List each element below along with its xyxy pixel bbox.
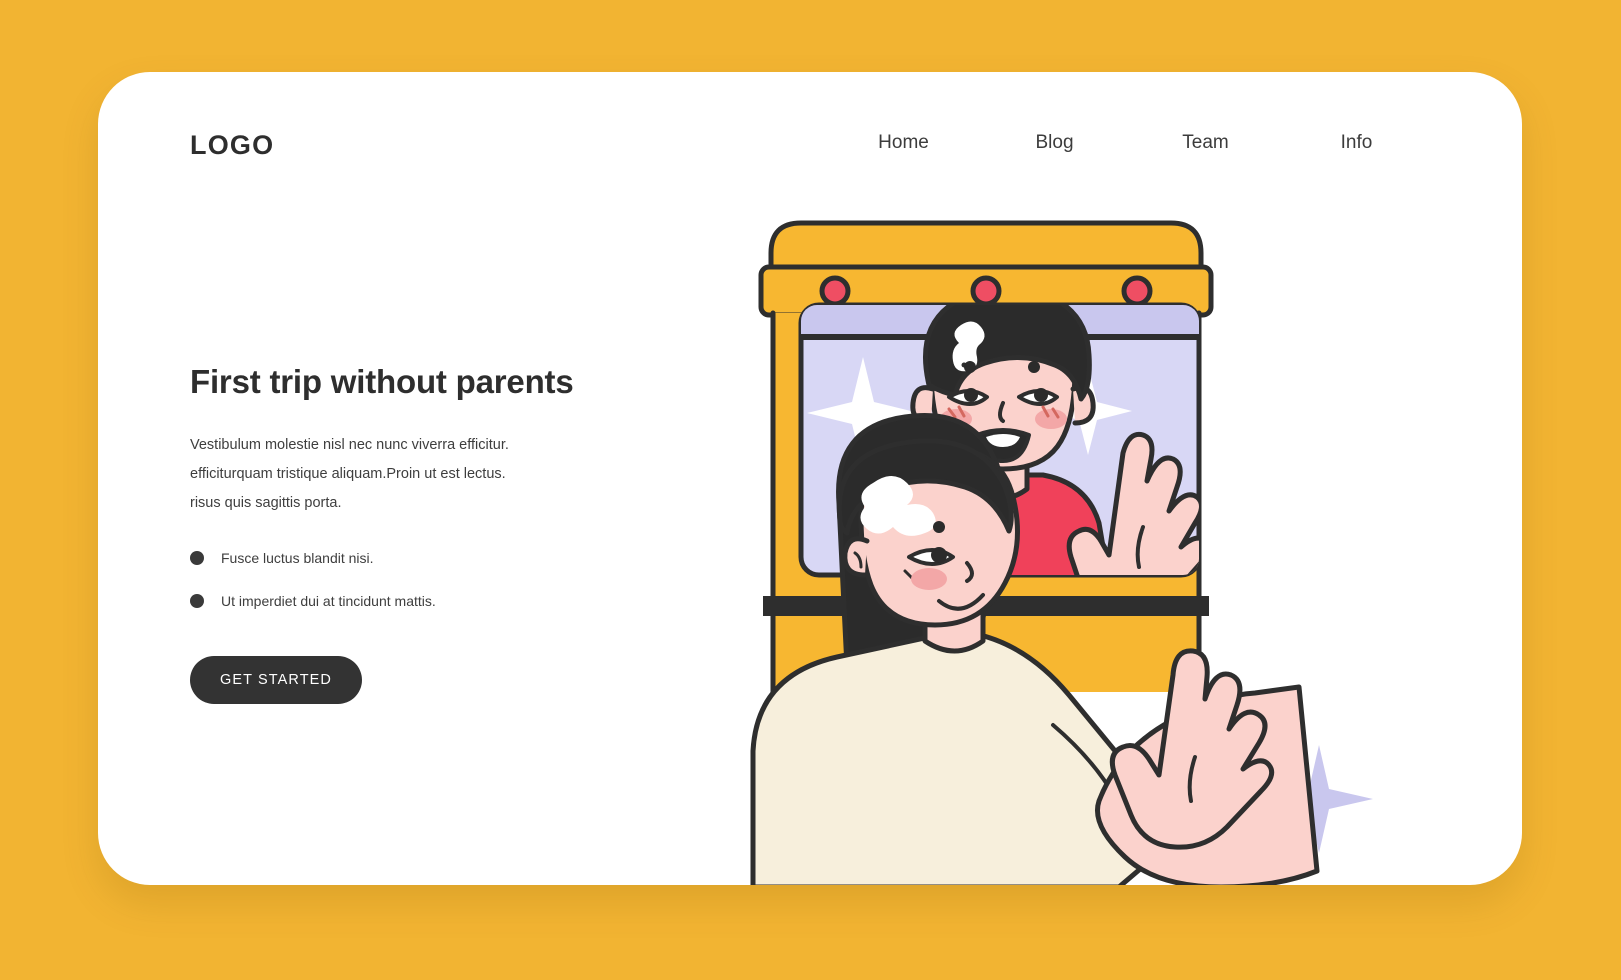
boy-blush-right (1035, 409, 1067, 429)
hero-illustration (743, 197, 1503, 885)
bus-light-center (970, 275, 1002, 307)
get-started-button[interactable]: GET STARTED (190, 655, 363, 704)
bus-light-right (1121, 275, 1153, 307)
main-navigation: Home Blog Team Info (828, 132, 1432, 154)
hero-paragraph: Vestibulum molestie nisl nec nunc viverr… (190, 431, 510, 518)
list-item-label: Ut imperdiet dui at tincidunt mattis. (221, 592, 436, 609)
bus-light-left (819, 275, 851, 307)
paragraph-line: risus quis sagittis porta. (190, 494, 342, 511)
bus-roof (768, 220, 1204, 272)
hero-content: First trip without parents Vestibulum mo… (190, 362, 620, 704)
boy-pupil-right (1034, 388, 1048, 402)
nav-item-blog[interactable]: Blog (979, 132, 1130, 154)
list-item: Ut imperdiet dui at tincidunt mattis. (190, 593, 620, 609)
paragraph-line: Vestibulum molestie nisl nec nunc viverr… (190, 436, 509, 453)
girl-blush (911, 568, 947, 590)
hero-card: LOGO Home Blog Team Info First trip with… (98, 72, 1522, 885)
list-item: Fusce luctus blandit nisi. (190, 550, 620, 566)
boy-brow-dot-right (1028, 361, 1040, 373)
bullet-dot-icon (190, 550, 204, 565)
girl-ear (842, 536, 870, 578)
nav-item-home[interactable]: Home (828, 132, 979, 154)
list-item-label: Fusce luctus blandit nisi. (221, 549, 374, 566)
nav-item-team[interactable]: Team (1130, 132, 1281, 154)
nav-item-info[interactable]: Info (1281, 132, 1432, 154)
bullet-dot-icon (190, 593, 204, 608)
feature-list: Fusce luctus blandit nisi. Ut imperdiet … (190, 550, 620, 609)
logo[interactable]: LOGO (190, 130, 274, 161)
girl-brow-dot (933, 521, 945, 533)
paragraph-line: efficiturquam tristique aliquam.Proin ut… (190, 465, 506, 482)
page-title: First trip without parents (190, 363, 574, 400)
boy-brow-dot-left (964, 361, 976, 373)
boy-pupil-left (964, 388, 978, 402)
girl-pupil (931, 547, 947, 563)
